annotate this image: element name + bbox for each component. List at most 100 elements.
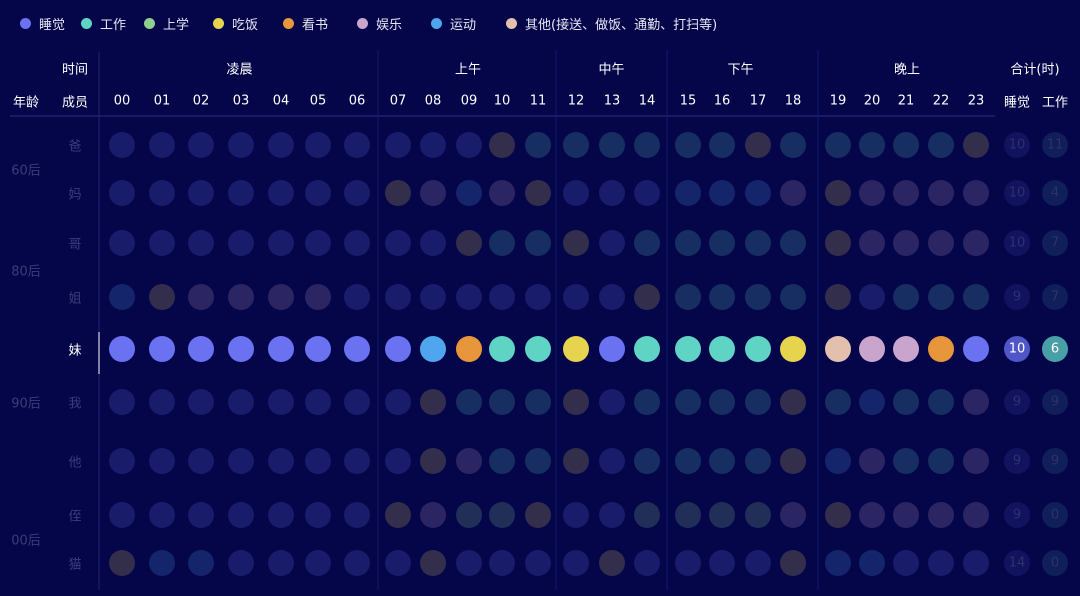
total-header-label: 合计(时): [1010, 62, 1060, 78]
activity-dot: [825, 389, 851, 415]
activity-dot: [149, 180, 175, 206]
hour-tick-label: 09: [460, 93, 478, 109]
activity-dot: [963, 132, 989, 158]
activity-dot: [634, 230, 660, 256]
activity-dot: [420, 284, 446, 310]
activity-dot: [928, 550, 954, 576]
activity-dot: [385, 284, 411, 310]
activity-dot: [859, 230, 885, 256]
total-value-sleep: 10: [1008, 235, 1026, 251]
hour-tick-label: 16: [713, 93, 731, 109]
activity-dot: [709, 550, 735, 576]
activity-dot: [825, 550, 851, 576]
activity-dot: [825, 230, 851, 256]
activity-dot: [859, 502, 885, 528]
hour-tick-label: 04: [272, 93, 290, 109]
activity-dot: [268, 502, 294, 528]
hour-tick-label: 13: [603, 93, 621, 109]
activity-dot: [675, 284, 701, 310]
period-label: 晚上: [893, 62, 921, 78]
activity-dot: [599, 132, 625, 158]
activity-dot: [825, 448, 851, 474]
activity-dot: [420, 336, 446, 362]
activity-dot: [563, 132, 589, 158]
activity-dot: [385, 336, 411, 362]
activity-dot: [228, 389, 254, 415]
hour-tick-label: 18: [784, 93, 802, 109]
activity-dot: [709, 230, 735, 256]
period-label: 中午: [598, 62, 625, 78]
activity-dot: [745, 502, 771, 528]
activity-dot: [825, 502, 851, 528]
activity-dot: [489, 132, 515, 158]
activity-dot: [963, 550, 989, 576]
activity-dot: [825, 132, 851, 158]
activity-dot: [268, 336, 294, 362]
activity-dot: [675, 132, 701, 158]
hour-tick-label: 19: [829, 93, 847, 109]
total-value-sleep: 9: [1012, 507, 1022, 523]
total-value-work: 6: [1050, 341, 1060, 357]
hour-tick-label: 11: [529, 93, 547, 109]
activity-dot: [963, 336, 989, 362]
hour-tick-label: 02: [192, 93, 210, 109]
activity-dot: [825, 180, 851, 206]
activity-dot: [228, 336, 254, 362]
activity-dot: [268, 132, 294, 158]
total-value-sleep: 14: [1008, 555, 1026, 571]
activity-dot: [268, 389, 294, 415]
member-label: 妹: [68, 343, 82, 359]
activity-dot: [268, 448, 294, 474]
activity-dot: [305, 180, 331, 206]
activity-dot: [780, 284, 806, 310]
activity-dot: [228, 550, 254, 576]
activity-dot: [109, 389, 135, 415]
hour-tick-label: 20: [863, 93, 881, 109]
activity-dot: [928, 448, 954, 474]
activity-dot: [563, 180, 589, 206]
activity-dot: [780, 550, 806, 576]
activity-dot: [563, 550, 589, 576]
hour-tick-label: 00: [113, 93, 131, 109]
member-label: 猫: [68, 557, 82, 573]
activity-dot: [385, 230, 411, 256]
activity-dot: [268, 550, 294, 576]
activity-dot: [188, 132, 214, 158]
activity-dot: [709, 336, 735, 362]
activity-dot: [456, 230, 482, 256]
activity-dot: [305, 550, 331, 576]
member-label: 妈: [68, 187, 82, 203]
activity-dot: [563, 336, 589, 362]
activity-dot: [563, 284, 589, 310]
member-label: 他: [68, 455, 82, 471]
activity-dot: [149, 284, 175, 310]
activity-dot: [489, 448, 515, 474]
activity-dot: [599, 502, 625, 528]
activity-dot: [599, 389, 625, 415]
activity-dot: [456, 284, 482, 310]
activity-dot: [305, 389, 331, 415]
activity-dot: [675, 448, 701, 474]
activity-dot: [745, 448, 771, 474]
activity-dot: [709, 502, 735, 528]
activity-dot: [109, 132, 135, 158]
hour-tick-label: 01: [153, 93, 171, 109]
hour-tick-label: 22: [932, 93, 950, 109]
activity-dot: [825, 284, 851, 310]
activity-dot: [420, 132, 446, 158]
activity-dot: [745, 336, 771, 362]
age-group-label: 80后: [11, 264, 41, 280]
total-value-work: 4: [1050, 185, 1060, 201]
member-header-label: 成员: [61, 95, 89, 111]
activity-dot: [228, 132, 254, 158]
hour-tick-label: 14: [638, 93, 656, 109]
total-value-sleep: 9: [1012, 289, 1022, 305]
hour-tick-label: 15: [679, 93, 697, 109]
activity-dot: [634, 448, 660, 474]
activity-dot: [928, 389, 954, 415]
activity-dot: [675, 550, 701, 576]
activity-dot: [385, 502, 411, 528]
activity-dot: [305, 230, 331, 256]
hour-tick-label: 21: [897, 93, 915, 109]
activity-dot: [525, 502, 551, 528]
